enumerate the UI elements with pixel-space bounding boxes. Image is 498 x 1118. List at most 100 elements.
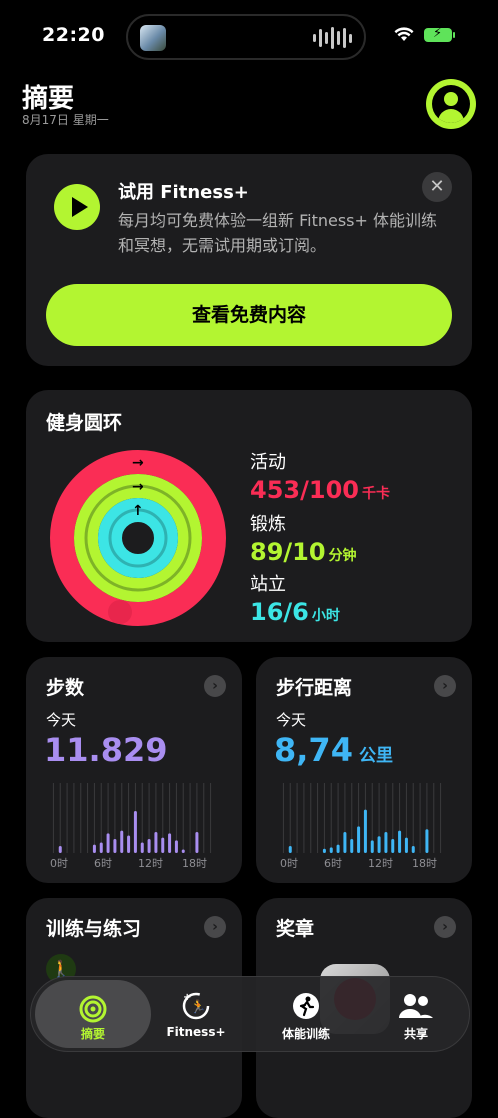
- chevron-right-icon[interactable]: ›: [434, 916, 456, 938]
- chart-bar: [161, 837, 165, 853]
- stand-metric: 站立 16/6 小时: [250, 570, 340, 626]
- move-label: 活动: [250, 452, 286, 473]
- chart-bar: [322, 848, 326, 853]
- chart-bar: [154, 832, 158, 853]
- people-icon: [399, 994, 433, 1018]
- play-icon: [54, 184, 100, 230]
- axis-tick-label: 6时: [324, 857, 342, 870]
- chart-bar: [411, 846, 415, 853]
- chart-bar: [377, 836, 381, 853]
- chart-bar: [363, 809, 367, 853]
- stand-arrow-icon: ↑: [132, 503, 144, 519]
- close-icon[interactable]: ✕: [422, 172, 452, 202]
- person-icon: [432, 85, 470, 123]
- page-date: 8月17日 星期一: [22, 113, 109, 127]
- activity-rings-card[interactable]: 健身圆环 → → ↑ 活动 453/100 千卡 锻炼 89/10 分钟 站立 16…: [26, 390, 472, 642]
- stand-unit: 小时: [311, 608, 340, 624]
- now-playing-artwork: [140, 25, 166, 51]
- steps-chart: [52, 783, 212, 853]
- axis-tick-label: 12时: [368, 857, 393, 870]
- steps-card[interactable]: 步数 › 今天 11.829 0时 6时 12时 18时: [26, 657, 242, 883]
- axis-tick-label: 18时: [182, 857, 207, 870]
- chart-bar: [58, 846, 62, 853]
- rings-title: 健身圆环: [46, 412, 123, 434]
- tab-bar: 摘要 🏃 + Fitness+ 体能训练 共享: [30, 976, 470, 1052]
- activity-rings: → → ↑: [50, 450, 226, 626]
- chart-bar: [336, 844, 340, 853]
- move-arrow-icon: →: [132, 455, 144, 471]
- tab-label: 体能训练: [281, 1027, 330, 1041]
- status-bar: 22:20 ⚡: [0, 0, 498, 74]
- chart-bar: [106, 833, 110, 853]
- tab-label: Fitness+: [166, 1025, 226, 1039]
- audio-wave-icon: [313, 26, 352, 50]
- fitness-plus-icon: 🏃 +: [182, 992, 210, 1020]
- view-free-content-button[interactable]: 查看免费内容: [46, 284, 452, 346]
- chart-bar: [391, 839, 395, 853]
- svg-text:🏃: 🏃: [190, 999, 206, 1015]
- chart-bar: [350, 839, 354, 853]
- status-time: 22:20: [42, 24, 105, 46]
- exercise-value: 89/10: [250, 538, 326, 566]
- svg-text:+: +: [183, 992, 191, 1003]
- tab-sharing[interactable]: 共享: [361, 977, 471, 1051]
- promo-description: 每月均可免费体验一组新 Fitness+ 体能训练和冥想，无需试用期或订阅。: [118, 211, 437, 255]
- distance-value: 8,74: [274, 731, 353, 769]
- tab-label: 摘要: [80, 1027, 105, 1041]
- chart-bar: [120, 830, 124, 853]
- rings-icon: [79, 995, 107, 1023]
- chevron-right-icon[interactable]: ›: [204, 916, 226, 938]
- chart-bar: [99, 842, 103, 853]
- battery-charging-icon: ⚡: [424, 26, 455, 42]
- running-figure-icon: [293, 993, 319, 1019]
- steps-today-label: 今天: [46, 711, 77, 729]
- move-unit: 千卡: [361, 486, 390, 502]
- chart-bar: [398, 830, 402, 853]
- distance-unit: 公里: [358, 746, 393, 766]
- tab-fitness-plus[interactable]: 🏃 + Fitness+: [141, 977, 251, 1051]
- chart-bar: [168, 833, 172, 853]
- fitness-plus-promo-card: 试用 Fitness+ 每月均可免费体验一组新 Fitness+ 体能训练和冥想…: [26, 154, 472, 366]
- walking-distance-card[interactable]: 步行距离 › 今天 8,74 公里 0时 6时 12时 18时: [256, 657, 472, 883]
- axis-tick-label: 0时: [280, 857, 298, 870]
- chart-bar: [425, 829, 429, 853]
- chart-bar: [140, 842, 144, 853]
- chart-bar: [181, 849, 185, 853]
- workouts-title: 训练与练习: [46, 918, 142, 940]
- move-metric: 活动 453/100 千卡: [250, 448, 390, 504]
- chart-bar: [384, 832, 388, 853]
- chart-bar: [92, 844, 96, 853]
- chart-bar: [404, 837, 408, 853]
- awards-title: 奖章: [276, 918, 315, 940]
- tab-workouts[interactable]: 体能训练: [251, 977, 361, 1051]
- promo-title: 试用 Fitness+: [118, 182, 249, 203]
- distance-chart: [282, 783, 442, 853]
- axis-tick-label: 18时: [412, 857, 437, 870]
- tab-summary[interactable]: 摘要: [35, 980, 151, 1048]
- exercise-label: 锻炼: [250, 514, 286, 535]
- axis-tick-label: 0时: [50, 857, 68, 870]
- chevron-right-icon[interactable]: ›: [434, 675, 456, 697]
- chart-bar: [133, 811, 137, 853]
- chart-bar: [174, 840, 178, 853]
- chart-bar: [357, 826, 361, 853]
- profile-avatar-button[interactable]: [426, 79, 476, 129]
- exercise-unit: 分钟: [328, 548, 357, 564]
- steps-title: 步数: [46, 677, 85, 699]
- chart-bar: [343, 832, 347, 853]
- chart-bar: [195, 832, 199, 853]
- exercise-metric: 锻炼 89/10 分钟: [250, 510, 357, 566]
- wifi-icon: [394, 27, 414, 41]
- steps-value: 11.829: [44, 731, 168, 769]
- tab-label: 共享: [403, 1027, 428, 1041]
- chart-bar: [127, 835, 131, 853]
- chevron-right-icon[interactable]: ›: [204, 675, 226, 697]
- dynamic-island[interactable]: [126, 14, 366, 60]
- chart-bar: [370, 840, 374, 853]
- chart-bar: [288, 846, 292, 853]
- chart-bar: [113, 839, 117, 853]
- axis-tick-label: 6时: [94, 857, 112, 870]
- page-title: 摘要: [22, 84, 75, 114]
- stand-label: 站立: [250, 574, 286, 595]
- chart-bar: [329, 847, 333, 853]
